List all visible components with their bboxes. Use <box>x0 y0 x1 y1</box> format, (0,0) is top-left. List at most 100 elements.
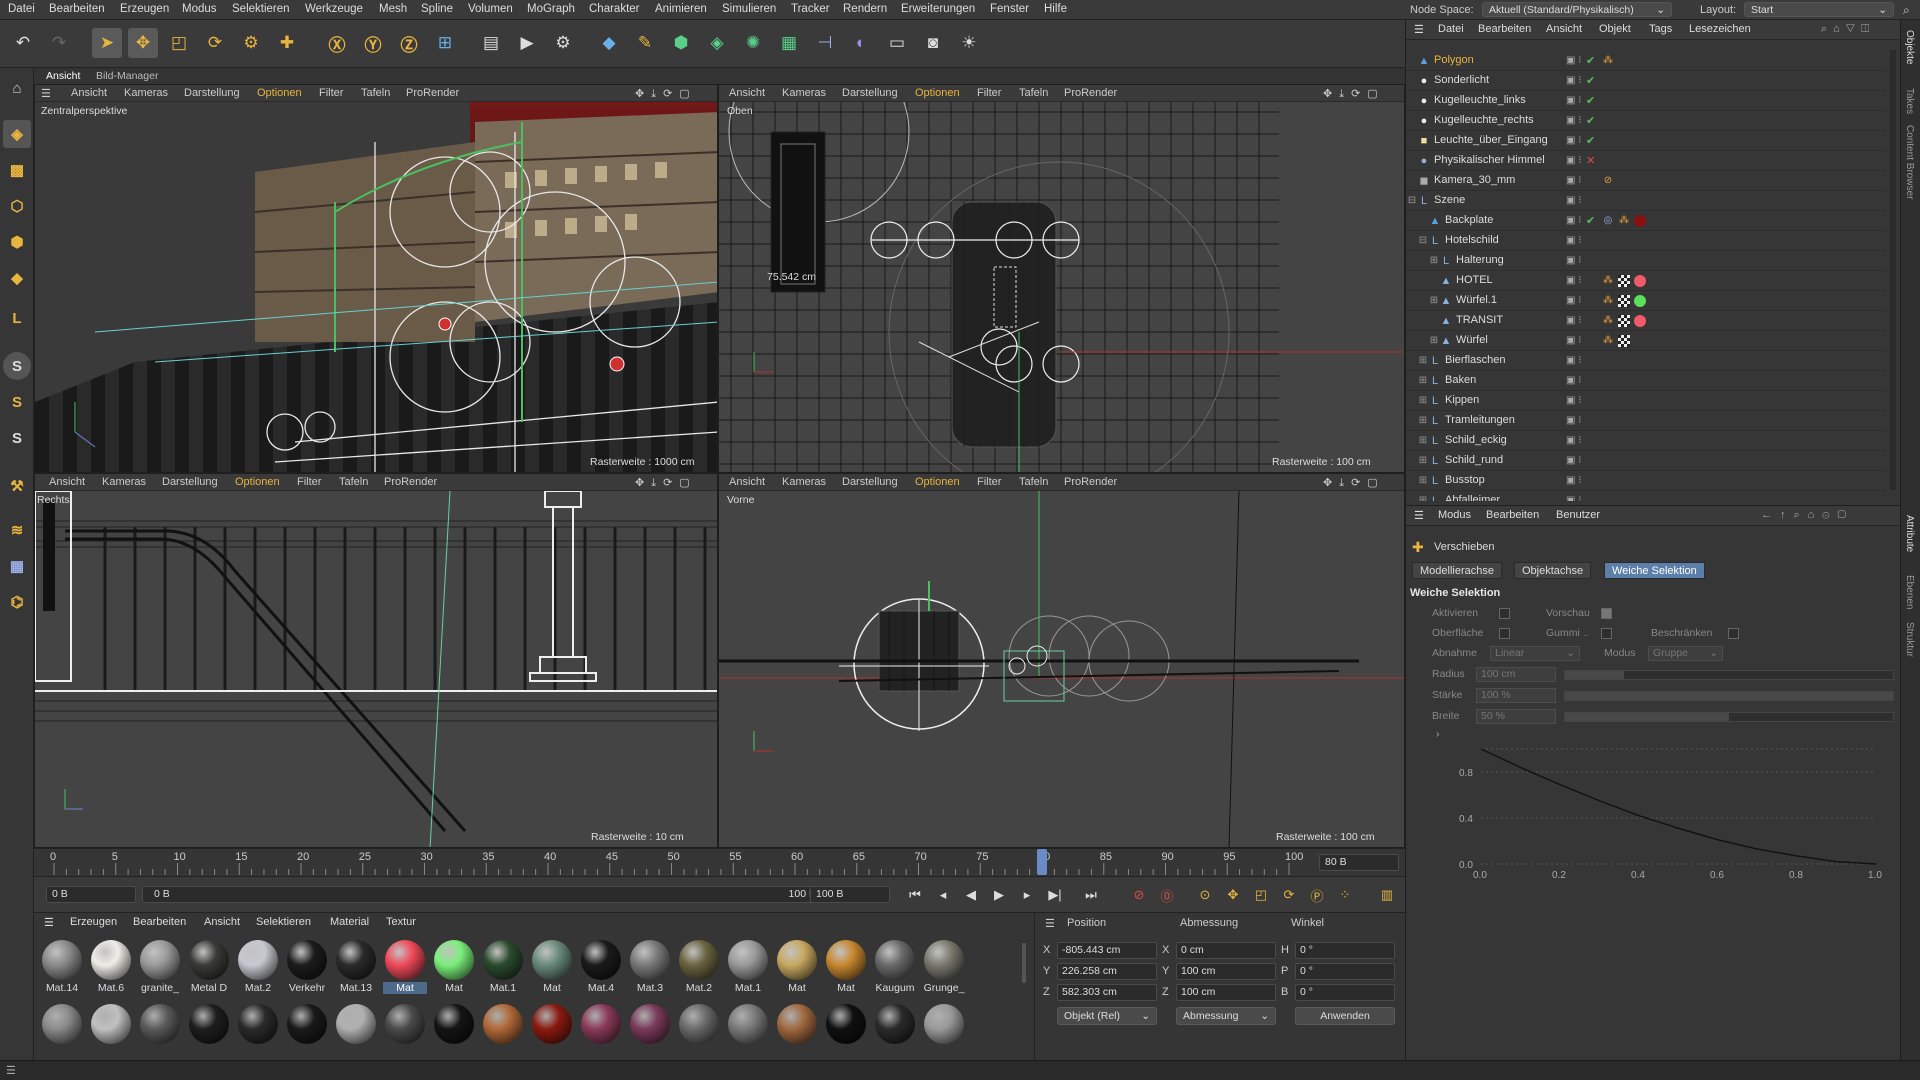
vp-menu-ansicht[interactable]: Ansicht <box>729 87 765 99</box>
next-frame-icon[interactable]: ▸ <box>1016 884 1038 906</box>
material-swatch[interactable] <box>432 1004 476 1052</box>
material-swatch[interactable]: Mat.1 <box>481 940 525 998</box>
material-swatch[interactable]: Metal D <box>187 940 231 998</box>
am-menu-benutzer[interactable]: Benutzer <box>1556 509 1600 521</box>
phong-tag-icon[interactable]: ⁂ <box>1602 295 1614 307</box>
texture-tag-icon[interactable] <box>1618 295 1630 307</box>
material-swatch[interactable] <box>481 1004 525 1052</box>
material-swatch[interactable] <box>726 1004 770 1052</box>
vp-menu-darstellung[interactable]: Darstellung <box>842 87 898 99</box>
enabled-check-icon[interactable]: ✔ <box>1586 114 1595 127</box>
material-swatch[interactable] <box>138 1004 182 1052</box>
render-settings-icon[interactable]: ⚙ <box>548 28 578 58</box>
material-tag-icon[interactable] <box>1634 295 1646 307</box>
timeline-ruler[interactable]: 0510152025303540455055606570758085909510… <box>34 848 1405 876</box>
menu-datei[interactable]: Datei <box>8 3 35 15</box>
radius-slider[interactable] <box>1564 670 1894 680</box>
coord-menu-icon[interactable]: ☰ <box>1045 917 1055 930</box>
next-key-icon[interactable]: ▶| <box>1044 884 1066 906</box>
material-swatch[interactable]: Mat <box>383 940 427 998</box>
menu-rendern[interactable]: Rendern <box>843 3 887 15</box>
object-row[interactable]: ⊞ L Kippen ▣ ⁝ <box>1406 391 1886 411</box>
attribute-menu-icon[interactable]: ☰ <box>1414 509 1424 522</box>
material-swatch[interactable] <box>334 1004 378 1052</box>
phong-tag-icon[interactable]: ⁂ <box>1602 335 1614 347</box>
undo-icon[interactable]: ↶ <box>8 28 38 58</box>
tab-modellierachse[interactable]: Modellierachse <box>1412 562 1502 579</box>
vp-menu-optionen[interactable]: Optionen <box>257 87 302 99</box>
object-mode-icon[interactable]: ◈ <box>3 120 31 148</box>
om-menu-ansicht[interactable]: Ansicht <box>1546 23 1582 35</box>
vp-menu-ansicht[interactable]: Ansicht <box>729 476 765 488</box>
material-swatch[interactable]: Mat.6 <box>89 940 133 998</box>
object-row[interactable]: ⊞ L Halterung ▣ ⁝ <box>1406 251 1886 271</box>
radius-field[interactable]: 100 cm <box>1476 667 1556 682</box>
camera-icon[interactable]: ◙ <box>918 28 948 58</box>
polygons-mode-icon[interactable]: ◆ <box>3 264 31 292</box>
menu-mograph[interactable]: MoGraph <box>527 3 575 15</box>
play-icon[interactable]: ▶ <box>988 884 1010 906</box>
edges-mode-icon[interactable]: ⬢ <box>3 228 31 256</box>
material-swatch[interactable]: Mat <box>824 940 868 998</box>
vp-menu-ansicht[interactable]: Ansicht <box>49 476 85 488</box>
om-menu-datei[interactable]: Datei <box>1438 23 1464 35</box>
viewport-right[interactable]: Ansicht Kameras Darstellung Optionen Fil… <box>34 473 718 848</box>
rot-h-field[interactable]: 0 ° <box>1295 942 1395 959</box>
visibility-dots-icon[interactable]: ▣ ⁝ <box>1566 215 1581 226</box>
menu-erzeugen[interactable]: Erzeugen <box>120 3 169 15</box>
material-swatch[interactable] <box>89 1004 133 1052</box>
select-cursor-icon[interactable]: ➤ <box>92 28 122 58</box>
object-row[interactable]: ⊟ L Hotelschild ▣ ⁝ <box>1406 231 1886 251</box>
menu-modus[interactable]: Modus <box>182 3 217 15</box>
material-swatch[interactable] <box>285 1004 329 1052</box>
light-icon[interactable]: ☀ <box>954 28 984 58</box>
size-z-field[interactable]: 100 cm <box>1176 984 1276 1001</box>
vp-menu-filter[interactable]: Filter <box>977 476 1001 488</box>
visibility-dots-icon[interactable]: ▣ ⁝ <box>1566 135 1581 146</box>
object-row[interactable]: ⊞ L Tramleitungen ▣ ⁝ <box>1406 411 1886 431</box>
material-swatch[interactable] <box>40 1004 84 1052</box>
mograph-icon[interactable]: ✺ <box>738 28 768 58</box>
move-tool-icon[interactable]: ✥ <box>128 28 158 58</box>
visibility-dots-icon[interactable]: ▣ ⁝ <box>1566 435 1581 446</box>
record-icon[interactable]: ⊘ <box>1128 884 1150 906</box>
workplane-snap-icon[interactable]: S <box>3 424 31 452</box>
add-tool-icon[interactable]: ✚ <box>272 28 302 58</box>
expand-toggle-icon[interactable]: ⊞ <box>1417 475 1429 487</box>
tab-weiche-selektion[interactable]: Weiche Selektion <box>1604 562 1705 579</box>
tab-content-browser[interactable]: Content Browser <box>1904 125 1915 199</box>
expand-toggle-icon[interactable]: ⊞ <box>1428 335 1440 347</box>
aktivieren-checkbox[interactable] <box>1499 608 1510 619</box>
key-selection-icon[interactable]: ⊙ <box>1194 884 1216 906</box>
playhead[interactable] <box>1037 849 1047 875</box>
generator-icon[interactable]: ◈ <box>702 28 732 58</box>
goto-start-icon[interactable]: ⏮ <box>904 884 926 906</box>
breite-field[interactable]: 50 % <box>1476 709 1556 724</box>
expand-toggle-icon[interactable]: ⊞ <box>1417 435 1429 447</box>
field-icon[interactable]: ◐ <box>846 28 876 58</box>
coordinate-system-icon[interactable]: ⊞ <box>430 28 460 58</box>
visibility-dots-icon[interactable]: ▣ ⁝ <box>1566 495 1581 501</box>
material-swatch[interactable] <box>628 1004 672 1052</box>
gummi-checkbox[interactable] <box>1601 628 1612 639</box>
axis-x-lock-icon[interactable]: Ⓧ <box>322 28 352 58</box>
menu-volumen[interactable]: Volumen <box>468 3 513 15</box>
vp-menu-darstellung[interactable]: Darstellung <box>162 476 218 488</box>
prev-key-icon[interactable]: ◂ <box>932 884 954 906</box>
material-menu-icon[interactable]: ☰ <box>44 916 54 929</box>
mat-menu-erzeugen[interactable]: Erzeugen <box>70 916 117 928</box>
enabled-check-icon[interactable]: ✔ <box>1586 54 1595 67</box>
material-tag-icon[interactable] <box>1634 275 1646 287</box>
protection-tag-icon[interactable]: ⊘ <box>1602 175 1614 187</box>
visibility-dots-icon[interactable]: ▣ ⁝ <box>1566 275 1581 286</box>
falloff-curve-graph[interactable]: 0.8 0.4 0.00.0 0.2 0.4 0.6 0.8 1.0 <box>1436 734 1896 884</box>
material-swatch[interactable] <box>187 1004 231 1052</box>
vp-menu-kameras[interactable]: Kameras <box>102 476 146 488</box>
material-tag-icon[interactable] <box>1634 315 1646 327</box>
model-mode-icon[interactable]: ⌂ <box>3 74 31 102</box>
viewport-menu-icon[interactable]: ☰ <box>41 87 51 100</box>
tab-attribute[interactable]: Attribute <box>1904 515 1915 552</box>
menu-tracker[interactable]: Tracker <box>791 3 830 15</box>
pen-icon[interactable]: ✎ <box>630 28 660 58</box>
object-row[interactable]: ● Sonderlicht ▣ ⁝ ✔ <box>1406 71 1886 91</box>
